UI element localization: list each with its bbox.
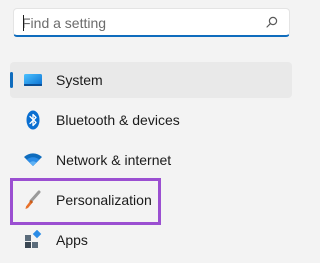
wifi-icon [24,153,42,166]
search-box[interactable] [13,8,290,37]
nav-item-label: System [56,72,103,88]
text-caret [23,15,24,31]
nav-item-system[interactable]: System [10,62,292,98]
nav-item-label: Bluetooth & devices [56,112,180,128]
search-icon[interactable] [266,16,278,28]
nav-item-label: Personalization [56,192,152,208]
nav-item-network-internet[interactable]: Network & internet [10,142,292,178]
nav-item-personalization[interactable]: Personalization [10,182,292,218]
monitor-icon [24,74,42,86]
bluetooth-icon [26,110,40,130]
apps-icon [25,230,42,248]
selection-indicator [10,72,13,88]
nav-item-apps[interactable]: Apps [10,222,292,258]
nav-item-label: Network & internet [56,152,172,168]
settings-nav: System Bluetooth & devices Network & int… [10,62,292,262]
search-input[interactable] [22,12,262,34]
nav-item-label: Apps [56,232,88,248]
paintbrush-icon [25,190,41,209]
nav-item-bluetooth-devices[interactable]: Bluetooth & devices [10,102,292,138]
